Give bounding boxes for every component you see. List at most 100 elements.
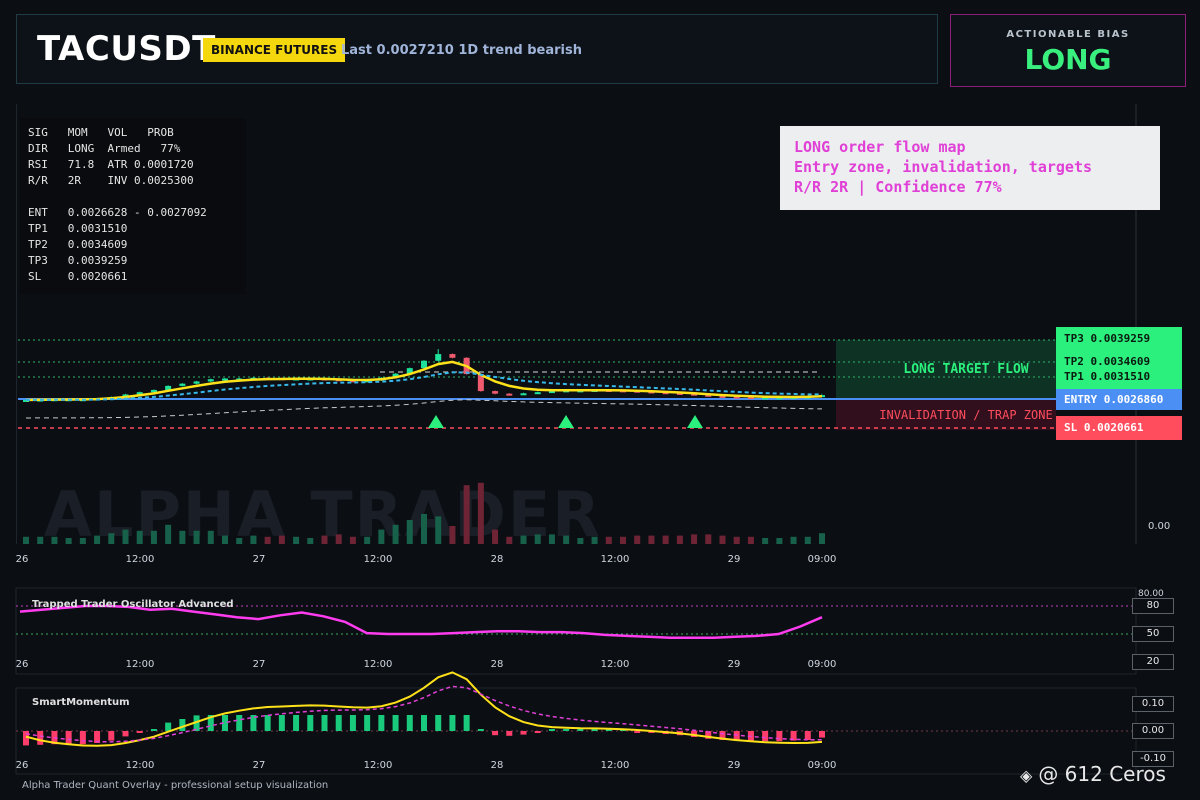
price-x-label: 27 (253, 554, 266, 565)
volume-bar (122, 529, 129, 544)
momentum-bar (136, 731, 143, 733)
momentum-bar (335, 715, 342, 731)
volume-bar (676, 535, 683, 544)
momentum-bar (364, 715, 371, 731)
note-line: Entry zone, invalidation, targets (794, 158, 1093, 176)
volume-bar (577, 538, 584, 544)
candle-body (506, 393, 513, 396)
price-x-label: 29 (728, 554, 741, 565)
mom-x-label: 29 (728, 760, 741, 771)
tp1-tag: TP1 0.0031510 (1064, 370, 1151, 383)
volume-bar (136, 530, 143, 544)
momentum-bar (179, 719, 186, 731)
osc-x-label: 12:00 (126, 659, 155, 670)
momentum-bar (762, 731, 769, 742)
volume-bar (477, 482, 484, 544)
volume-bar (762, 538, 769, 544)
volume-bar (435, 516, 442, 544)
volume-bar (207, 530, 214, 544)
stats-row: R/R 2R INV 0.0025300 (28, 174, 194, 187)
volume-bar (335, 534, 342, 544)
momentum-bar (449, 715, 456, 731)
volume-bar (492, 529, 499, 544)
mom-x-label: 28 (491, 760, 504, 771)
momentum-bar (520, 731, 527, 735)
volume-bar (804, 536, 811, 544)
volume-bar (94, 535, 101, 544)
candle-body (207, 379, 214, 382)
stats-row: ENT 0.0026628 - 0.0027092 (28, 206, 207, 219)
invalidation-zone-label: INVALIDATION / TRAP ZONE (879, 408, 1052, 422)
buy-signal-marker (687, 415, 703, 428)
candle-body (179, 383, 186, 386)
momentum-bar (236, 715, 243, 731)
momentum-bar (349, 715, 356, 731)
momentum-bar (122, 731, 129, 737)
volume-bar (406, 520, 413, 544)
volume-bar (278, 535, 285, 544)
oscillator-line (19, 604, 823, 639)
candle-body (520, 393, 527, 396)
tp3-tag: TP3 0.0039259 (1064, 332, 1151, 345)
diamond-icon: ◈ (1020, 766, 1033, 785)
osc-x-label: 26 (16, 659, 29, 670)
volume-bar (591, 536, 598, 544)
momentum-bar (804, 731, 811, 740)
mom-level-pos: 0.10 (1132, 696, 1174, 712)
volume-bar (364, 536, 371, 544)
price-x-label: 28 (491, 554, 504, 565)
note-line: R/R 2R | Confidence 77% (794, 178, 1002, 196)
mom-x-label: 09:00 (808, 760, 837, 771)
volume-bar (236, 538, 243, 544)
volume-bar (691, 534, 698, 544)
momentum-bar (150, 729, 157, 731)
slow-average-line (25, 399, 823, 419)
volume-bar (349, 536, 356, 544)
momentum-bar (321, 715, 328, 731)
momentum-bar (534, 731, 541, 733)
stats-row: SL 0.0020661 (28, 270, 128, 283)
momentum-bar (506, 731, 513, 736)
candle-body (449, 354, 456, 358)
momentum-bar (108, 731, 115, 741)
volume-bar (293, 536, 300, 544)
momentum-bar (37, 731, 44, 745)
volume-bar (463, 485, 470, 544)
momentum-title: SmartMomentum (32, 697, 130, 708)
volume-bar (819, 533, 825, 544)
price-x-label: 12:00 (126, 554, 155, 565)
volume-bar (648, 535, 655, 544)
volume-bar (51, 536, 58, 544)
volume-bar (733, 536, 740, 544)
stats-row: DIR LONG Armed 77% (28, 142, 181, 155)
osc-x-label: 29 (728, 659, 741, 670)
momentum-bar (435, 715, 442, 731)
sl-tag: SL 0.0020661 (1056, 416, 1182, 440)
osc-level-80: 80 (1132, 598, 1174, 614)
volume-bar (193, 530, 200, 544)
note-box: LONG order flow map Entry zone, invalida… (780, 126, 1160, 210)
entry-tag: ENTRY 0.0026860 (1056, 389, 1182, 410)
momentum-bar (23, 731, 29, 746)
osc-x-label: 09:00 (808, 659, 837, 670)
price-x-label: 09:00 (808, 554, 837, 565)
volume-bar (321, 535, 328, 544)
candle-body (492, 391, 499, 394)
momentum-slow-line (25, 685, 822, 743)
osc-x-label: 12:00 (364, 659, 393, 670)
osc-level-50: 50 (1132, 626, 1174, 642)
mom-x-label: 12:00 (364, 760, 393, 771)
stats-box: SIG MOM VOL PROB DIR LONG Armed 77% RSI … (20, 118, 246, 294)
volume-bar (548, 534, 555, 544)
mom-x-label: 12:00 (126, 760, 155, 771)
mom-x-label: 27 (253, 760, 266, 771)
volume-bar (719, 535, 726, 544)
oscillator-title: Trapped Trader Oscillator Advanced (32, 599, 234, 610)
candle-body (222, 378, 228, 381)
volume-bar (563, 535, 570, 544)
price-x-label: 12:00 (601, 554, 630, 565)
volume-bar (179, 530, 186, 544)
buy-signal-marker (558, 415, 574, 428)
momentum-bar (421, 715, 427, 731)
price-x-label: 12:00 (364, 554, 393, 565)
